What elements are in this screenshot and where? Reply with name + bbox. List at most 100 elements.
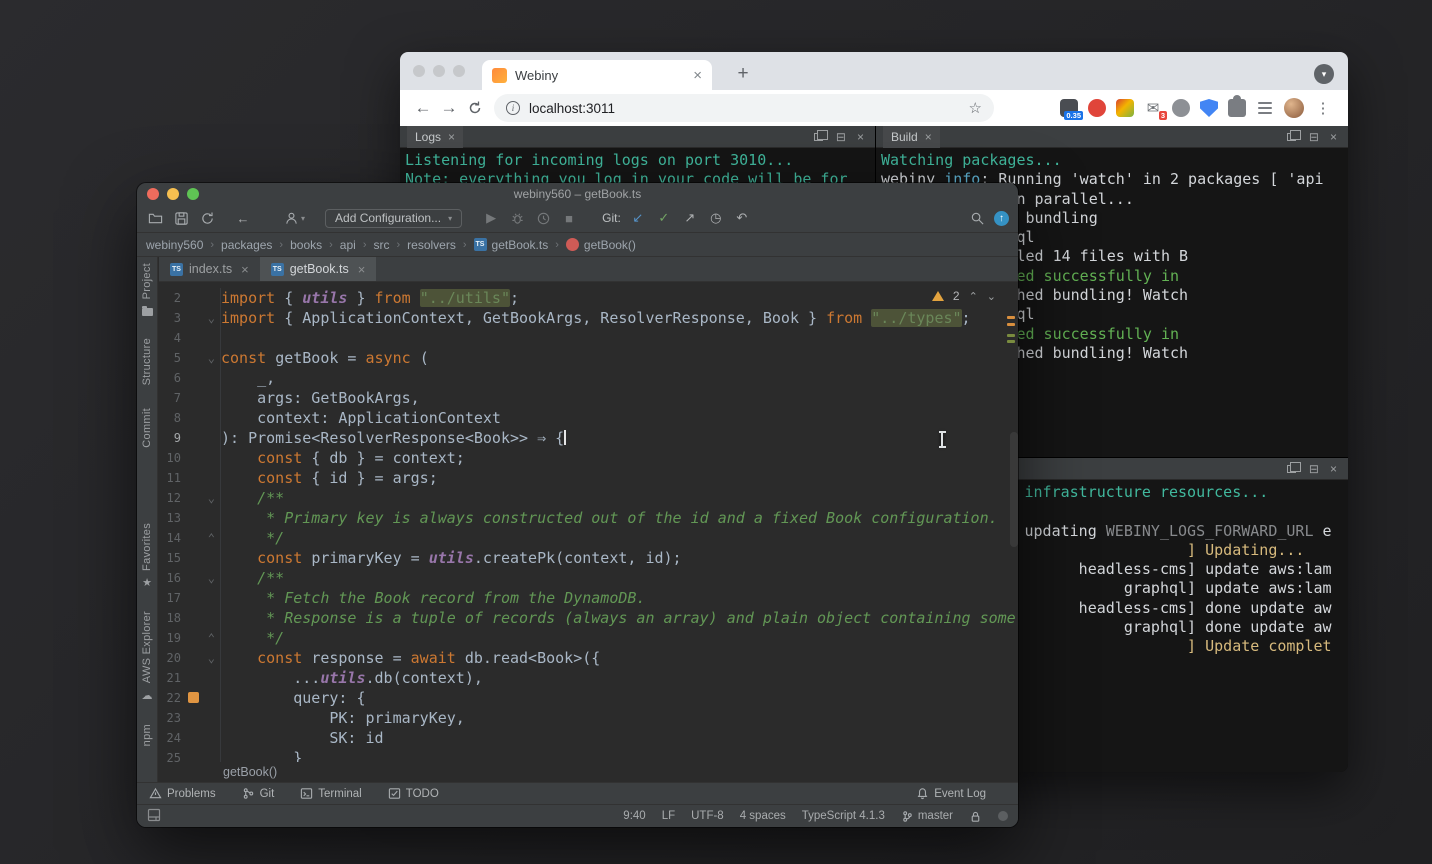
fold-marker[interactable] bbox=[181, 608, 220, 628]
tool-stripe-project[interactable]: Project bbox=[141, 263, 153, 316]
fold-marker[interactable]: ⌄ bbox=[181, 348, 220, 368]
close-window-icon[interactable] bbox=[147, 188, 159, 200]
close-window-icon[interactable] bbox=[413, 65, 425, 77]
line-number[interactable]: 10 bbox=[159, 448, 181, 468]
run-icon[interactable]: ▶ bbox=[482, 209, 500, 227]
toolwindow-terminal[interactable]: Terminal bbox=[300, 787, 361, 800]
reading-list-extension-icon[interactable] bbox=[1256, 99, 1274, 117]
toolwindow-git[interactable]: Git bbox=[242, 787, 275, 800]
fold-marker[interactable] bbox=[181, 748, 220, 762]
ide-update-icon[interactable]: ↑ bbox=[994, 211, 1009, 226]
zoom-window-icon[interactable] bbox=[187, 188, 199, 200]
git-push-icon[interactable]: ↗ bbox=[681, 209, 699, 227]
site-info-icon[interactable]: i bbox=[506, 101, 520, 115]
toolwindow-problems[interactable]: Problems bbox=[149, 787, 216, 800]
code-line[interactable]: 19⌃ */ bbox=[159, 628, 1018, 648]
profile-chevron-button[interactable]: ▾ bbox=[1314, 64, 1334, 84]
code-editor[interactable]: 2import { utils } from "../utils";3⌄impo… bbox=[159, 282, 1018, 762]
tool-window-toggle-icon[interactable] bbox=[147, 808, 161, 825]
line-number[interactable]: 16 bbox=[159, 568, 181, 588]
profile-avatar[interactable] bbox=[1284, 98, 1304, 118]
line-number[interactable]: 24 bbox=[159, 728, 181, 748]
tab-close-icon[interactable]: × bbox=[693, 68, 702, 83]
breadcrumb-item-webiny560[interactable]: webiny560 bbox=[146, 238, 203, 252]
fold-marker[interactable] bbox=[181, 668, 220, 688]
close-icon[interactable]: × bbox=[1330, 130, 1337, 144]
tool-stripe-favorites[interactable]: Favorites★ bbox=[141, 523, 153, 589]
fold-marker[interactable]: ⌃ bbox=[181, 628, 220, 648]
fold-marker[interactable] bbox=[181, 428, 220, 448]
add-configuration-button[interactable]: Add Configuration... ▾ bbox=[325, 209, 462, 228]
stop-icon[interactable]: ■ bbox=[560, 209, 578, 227]
privacy-extension-icon[interactable]: 0.35 bbox=[1060, 99, 1078, 117]
typescript-version[interactable]: TypeScript 4.1.3 bbox=[802, 810, 885, 822]
fold-marker[interactable] bbox=[181, 508, 220, 528]
editor-tab-getbook-ts[interactable]: TSgetBook.ts× bbox=[260, 257, 377, 281]
search-everywhere-icon[interactable] bbox=[968, 209, 986, 227]
fold-marker[interactable]: ⌄ bbox=[181, 568, 220, 588]
line-number[interactable]: 14 bbox=[159, 528, 181, 548]
fold-marker[interactable] bbox=[181, 448, 220, 468]
forward-icon[interactable]: → bbox=[436, 98, 462, 118]
code-line[interactable]: 22 query: { bbox=[159, 688, 1018, 708]
scrollbar[interactable] bbox=[1010, 432, 1018, 547]
close-icon[interactable]: × bbox=[857, 130, 864, 144]
line-number[interactable]: 23 bbox=[159, 708, 181, 728]
logs-panel-tab[interactable]: Logs × bbox=[407, 126, 463, 148]
debug-icon[interactable] bbox=[508, 209, 526, 227]
code-line[interactable]: 4 bbox=[159, 328, 1018, 348]
line-number[interactable]: 18 bbox=[159, 608, 181, 628]
gray-extension-icon[interactable] bbox=[1172, 99, 1190, 117]
git-commit-icon[interactable]: ✓ bbox=[655, 209, 673, 227]
minimize-window-icon[interactable] bbox=[433, 65, 445, 77]
code-line[interactable]: 9): Promise<ResolverResponse<Book>> ⇒ { bbox=[159, 428, 1018, 448]
code-line[interactable]: 7 args: GetBookArgs, bbox=[159, 388, 1018, 408]
open-folder-icon[interactable] bbox=[146, 209, 164, 227]
line-number[interactable]: 9 bbox=[159, 428, 181, 448]
inspections-widget[interactable]: 2 ⌃ ⌄ bbox=[932, 289, 996, 303]
tab-close-icon[interactable]: × bbox=[241, 262, 249, 277]
adblock-extension-icon[interactable] bbox=[1088, 99, 1106, 117]
address-bar[interactable]: i localhost:3011 ☆ bbox=[494, 94, 994, 122]
profiler-icon[interactable] bbox=[534, 209, 552, 227]
minimize-window-icon[interactable] bbox=[167, 188, 179, 200]
write-lock-icon[interactable] bbox=[969, 810, 982, 823]
change-stripe-mark[interactable] bbox=[1007, 340, 1015, 343]
line-number[interactable]: 13 bbox=[159, 508, 181, 528]
line-number[interactable]: 8 bbox=[159, 408, 181, 428]
line-number[interactable]: 11 bbox=[159, 468, 181, 488]
line-number[interactable]: 3 bbox=[159, 308, 181, 328]
code-line[interactable]: 5⌄const getBook = async ( bbox=[159, 348, 1018, 368]
tab-close-icon[interactable]: × bbox=[358, 262, 366, 277]
git-rollback-icon[interactable]: ↶ bbox=[733, 209, 751, 227]
sync-icon[interactable] bbox=[198, 209, 216, 227]
fold-marker[interactable] bbox=[181, 708, 220, 728]
shield-extension-icon[interactable] bbox=[1200, 99, 1218, 117]
fold-marker[interactable] bbox=[181, 288, 220, 308]
line-separator[interactable]: LF bbox=[662, 810, 675, 822]
code-line[interactable]: 11 const { id } = args; bbox=[159, 468, 1018, 488]
browser-menu-kebab-icon[interactable]: ⋮ bbox=[1314, 99, 1332, 117]
git-history-icon[interactable]: ◷ bbox=[707, 209, 725, 227]
code-line[interactable]: 10 const { db } = context; bbox=[159, 448, 1018, 468]
breadcrumb-item-packages[interactable]: packages bbox=[221, 238, 272, 252]
toolwindow-todo[interactable]: TODO bbox=[388, 787, 439, 800]
code-line[interactable]: 3⌄import { ApplicationContext, GetBookAr… bbox=[159, 308, 1018, 328]
fold-marker[interactable]: ⌄ bbox=[181, 648, 220, 668]
code-line[interactable]: 16⌄ /** bbox=[159, 568, 1018, 588]
line-number[interactable]: 6 bbox=[159, 368, 181, 388]
git-update-icon[interactable]: ↙ bbox=[629, 209, 647, 227]
fold-marker[interactable] bbox=[181, 548, 220, 568]
mail-extension-icon[interactable]: ✉3 bbox=[1144, 99, 1162, 117]
fold-marker[interactable] bbox=[181, 688, 220, 708]
next-problem-icon[interactable]: ⌄ bbox=[987, 290, 996, 303]
line-number[interactable]: 7 bbox=[159, 388, 181, 408]
line-number[interactable]: 15 bbox=[159, 548, 181, 568]
prev-problem-icon[interactable]: ⌃ bbox=[969, 290, 978, 303]
warning-stripe-mark[interactable] bbox=[1007, 316, 1015, 319]
minimize-icon[interactable]: ⊟ bbox=[1309, 462, 1319, 476]
change-stripe-mark[interactable] bbox=[1007, 334, 1015, 337]
code-line[interactable]: 6 _, bbox=[159, 368, 1018, 388]
fold-marker[interactable] bbox=[181, 408, 220, 428]
line-number[interactable]: 4 bbox=[159, 328, 181, 348]
